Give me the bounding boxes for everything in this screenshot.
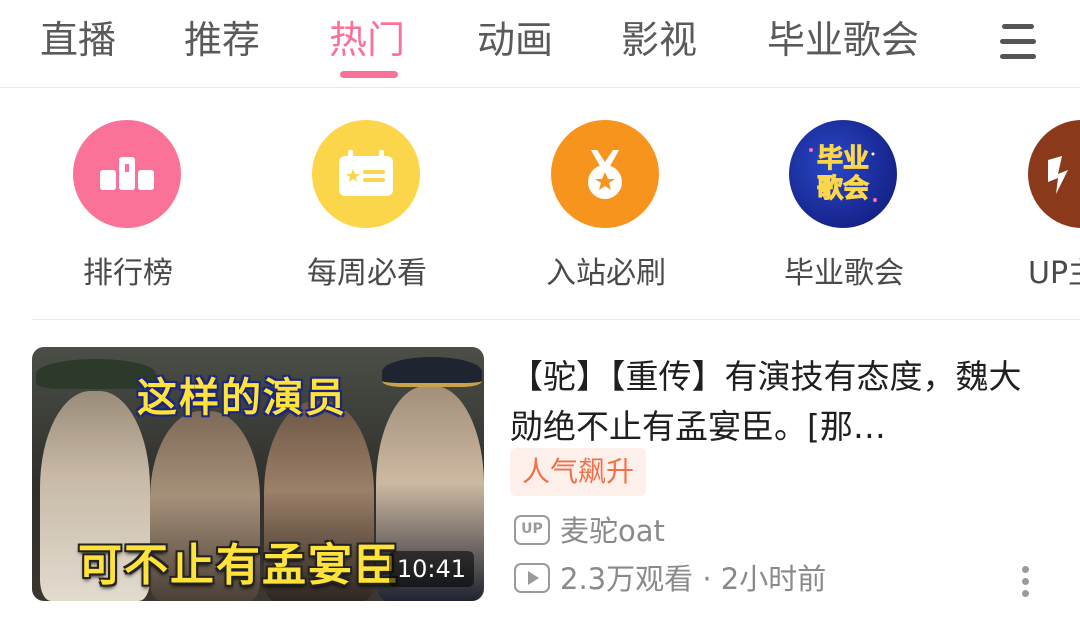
graduation-concert-logo: 毕业 歌会 xyxy=(789,120,897,228)
svg-text:歌会: 歌会 xyxy=(817,174,869,204)
entry-ranking-label: 排行榜 xyxy=(83,256,173,291)
video-thumbnail[interactable]: 这样的演员 可不止有孟宴臣 10:41 xyxy=(32,347,484,601)
uploader-name: 麦驼oat xyxy=(560,514,665,548)
entry-must-watch-label: 入站必刷 xyxy=(546,256,666,291)
tab-recommend[interactable]: 推荐 xyxy=(184,0,260,88)
video-duration: 10:41 xyxy=(388,551,474,587)
entry-must-watch[interactable]: 入站必刷 xyxy=(506,120,706,291)
entry-up-creator[interactable]: UP主 xyxy=(983,120,1080,291)
trending-badge: 人气飙升 xyxy=(510,448,647,496)
thumbnail-cap xyxy=(382,357,482,387)
entry-graduation-concert[interactable]: 毕业 歌会 毕业歌会 xyxy=(744,120,944,291)
up-icon: UP xyxy=(514,515,550,545)
up-creator-icon xyxy=(1028,120,1080,228)
weekly-calendar-icon xyxy=(312,120,420,228)
top-tab-bar: 直播 推荐 热门 动画 影视 毕业歌会 xyxy=(0,0,1080,88)
video-title[interactable]: 【驼】【重传】有演技有态度，魏大勋绝不止有孟宴臣。[那… xyxy=(510,352,1050,452)
active-tab-indicator xyxy=(340,71,398,78)
more-options-icon[interactable] xyxy=(1016,562,1036,602)
thumbnail-caption-bottom: 可不止有孟宴臣 xyxy=(78,540,400,591)
tab-animation[interactable]: 动画 xyxy=(477,0,553,88)
svg-text:毕业: 毕业 xyxy=(817,144,869,174)
section-divider xyxy=(32,319,1080,320)
medal-icon xyxy=(551,120,659,228)
entry-weekly-label: 每周必看 xyxy=(307,256,427,291)
view-count-and-time: 2.3万观看 · 2小时前 xyxy=(560,562,827,596)
video-card[interactable]: 这样的演员 可不止有孟宴臣 10:41 【驼】【重传】有演技有态度，魏大勋绝不止… xyxy=(0,330,1080,625)
ranking-podium-icon xyxy=(73,120,181,228)
tab-graduation-concert[interactable]: 毕业歌会 xyxy=(767,0,919,88)
entry-up-creator-label: UP主 xyxy=(1028,256,1080,291)
entry-graduation-concert-label: 毕业歌会 xyxy=(784,256,904,291)
entry-weekly[interactable]: 每周必看 xyxy=(267,120,467,291)
hamburger-menu-icon[interactable] xyxy=(996,22,1040,62)
thumbnail-caption-top: 这样的演员 xyxy=(137,375,347,421)
quick-entry-row: 排行榜 每周必看 入站必刷 毕业 歌会 毕业歌会 UP xyxy=(0,90,1080,320)
tab-live[interactable]: 直播 xyxy=(40,0,116,88)
play-count-icon xyxy=(514,563,550,593)
tab-film-tv[interactable]: 影视 xyxy=(621,0,697,88)
entry-ranking[interactable]: 排行榜 xyxy=(28,120,228,291)
